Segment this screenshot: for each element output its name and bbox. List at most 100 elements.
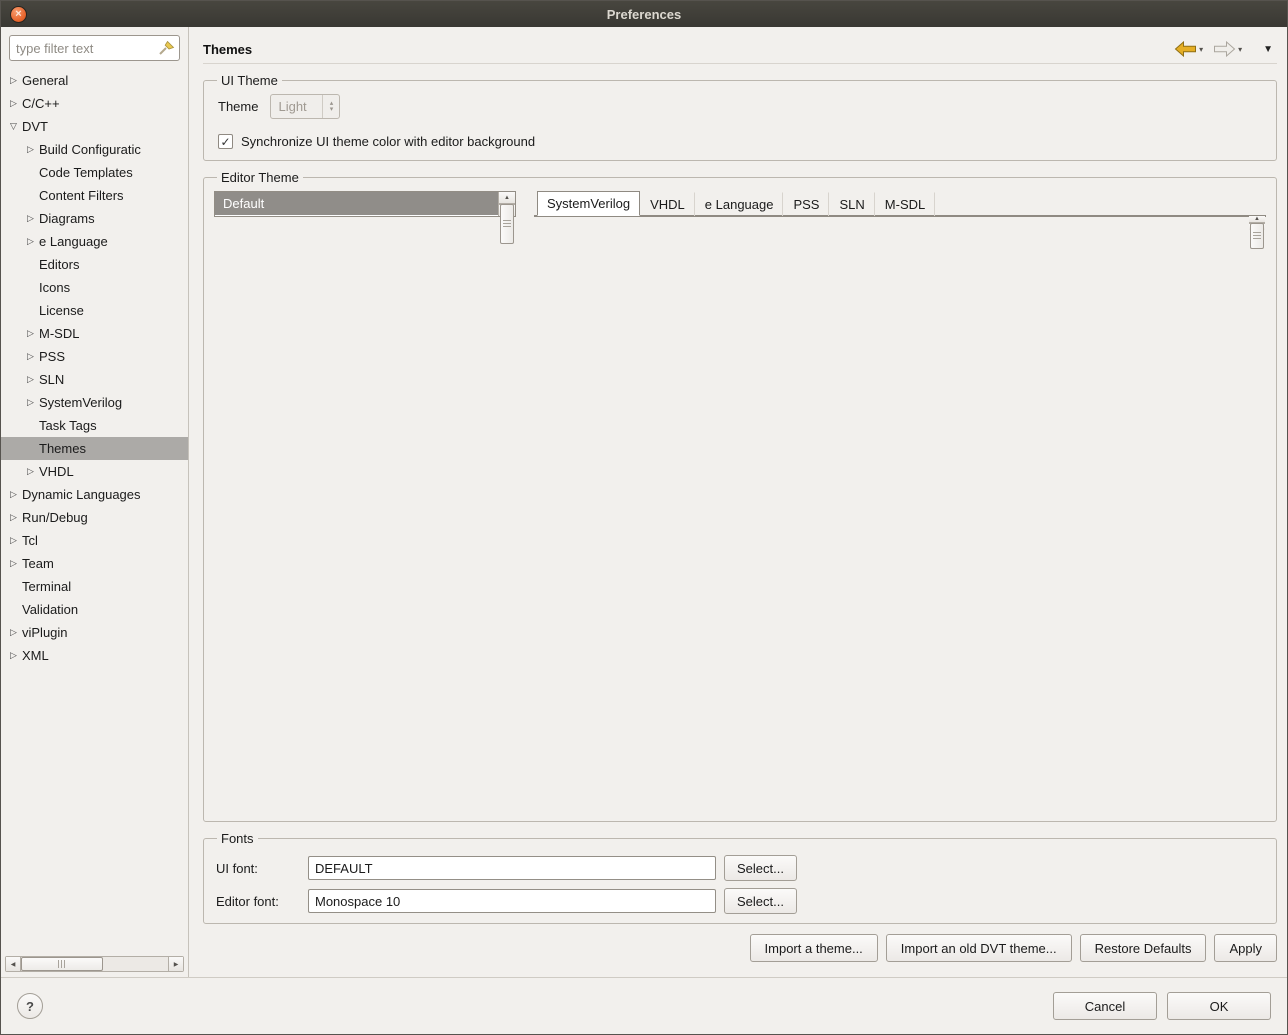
scroll-right-button[interactable]: ▶ xyxy=(168,957,183,971)
tab-e-language[interactable]: e Language xyxy=(695,192,784,216)
tree-item-c-c[interactable]: ▷C/C++ xyxy=(1,92,188,115)
ui-font-row: UI font: Select... xyxy=(216,855,1266,881)
tree-item-m-sdl[interactable]: ▷M-SDL xyxy=(1,322,188,345)
tree-item-terminal[interactable]: Terminal xyxy=(1,575,188,598)
tree-item-label: License xyxy=(39,303,84,318)
apply-button[interactable]: Apply xyxy=(1214,934,1277,962)
tree-collapsed-arrow-icon[interactable]: ▷ xyxy=(22,236,39,247)
theme-label: Theme xyxy=(218,99,258,114)
tree-item-vhdl[interactable]: ▷VHDL xyxy=(1,460,188,483)
tree-item-run-debug[interactable]: ▷Run/Debug xyxy=(1,506,188,529)
tree-collapsed-arrow-icon[interactable]: ▷ xyxy=(5,98,22,109)
scroll-up-button[interactable]: ▲ xyxy=(499,192,515,204)
tree-item-validation[interactable]: Validation xyxy=(1,598,188,621)
back-dropdown-icon[interactable]: ▾ xyxy=(1199,45,1203,54)
tree-item-systemverilog[interactable]: ▷SystemVerilog xyxy=(1,391,188,414)
forward-dropdown-icon[interactable]: ▾ xyxy=(1238,45,1242,54)
tab-systemverilog[interactable]: SystemVerilog xyxy=(537,191,640,216)
fonts-group: Fonts UI font: Select... Editor font: Se… xyxy=(203,831,1277,924)
tab-pss[interactable]: PSS xyxy=(783,192,829,216)
tree-collapsed-arrow-icon[interactable]: ▷ xyxy=(5,627,22,638)
tree-expanded-arrow-icon[interactable]: ▽ xyxy=(5,121,22,132)
tree-collapsed-arrow-icon[interactable]: ▷ xyxy=(5,489,22,500)
language-tabs: SystemVerilogVHDLe LanguagePSSSLNM-SDL xyxy=(534,191,1266,216)
theme-list-scrollbar[interactable]: ▲ ▼ xyxy=(498,192,515,216)
tree-item-icons[interactable]: Icons xyxy=(1,276,188,299)
ui-font-label: UI font: xyxy=(216,861,300,876)
filter-field-wrap xyxy=(9,35,180,61)
tree-item-dynamic-languages[interactable]: ▷Dynamic Languages xyxy=(1,483,188,506)
theme-list-item-black-pastel[interactable]: Black Pastel xyxy=(215,215,498,216)
tree-collapsed-arrow-icon[interactable]: ▷ xyxy=(5,535,22,546)
import-theme-button[interactable]: Import a theme... xyxy=(750,934,878,962)
scroll-left-button[interactable]: ◀ xyxy=(6,957,21,971)
tree-collapsed-arrow-icon[interactable]: ▷ xyxy=(22,374,39,385)
tree-item-xml[interactable]: ▷XML xyxy=(1,644,188,667)
filter-input[interactable] xyxy=(9,35,180,61)
editor-font-input[interactable] xyxy=(308,889,716,913)
tree-item-e-language[interactable]: ▷e Language xyxy=(1,230,188,253)
theme-list-item-default[interactable]: Default xyxy=(215,192,498,215)
tree-item-license[interactable]: License xyxy=(1,299,188,322)
tree-item-pss[interactable]: ▷PSS xyxy=(1,345,188,368)
tree-item-label: C/C++ xyxy=(22,96,60,111)
theme-combo[interactable]: Light ▴▾ xyxy=(270,94,340,119)
tree-item-team[interactable]: ▷Team xyxy=(1,552,188,575)
tree-collapsed-arrow-icon[interactable]: ▷ xyxy=(5,75,22,86)
theme-list-scrollbar-thumb[interactable] xyxy=(500,204,514,244)
back-arrow-icon xyxy=(1174,41,1197,57)
sync-theme-checkbox[interactable]: ✓ xyxy=(218,134,233,149)
tree-collapsed-arrow-icon[interactable]: ▷ xyxy=(22,213,39,224)
tree-collapsed-arrow-icon[interactable]: ▷ xyxy=(5,558,22,569)
tree-collapsed-arrow-icon[interactable]: ▷ xyxy=(22,144,39,155)
window-close-button[interactable]: × xyxy=(10,6,27,23)
ok-button[interactable]: OK xyxy=(1167,992,1271,1020)
tree-item-content-filters[interactable]: Content Filters xyxy=(1,184,188,207)
tree-item-task-tags[interactable]: Task Tags xyxy=(1,414,188,437)
view-menu-button[interactable]: ▼ xyxy=(1263,44,1273,55)
tree-collapsed-arrow-icon[interactable]: ▷ xyxy=(22,328,39,339)
tree-item-build-configuratic[interactable]: ▷Build Configuratic xyxy=(1,138,188,161)
ui-font-select-button[interactable]: Select... xyxy=(724,855,797,881)
tree-item-editors[interactable]: Editors xyxy=(1,253,188,276)
code-scrollbar-thumb[interactable] xyxy=(1250,223,1264,249)
tab-m-sdl[interactable]: M-SDL xyxy=(875,192,935,216)
tree-item-sln[interactable]: ▷SLN xyxy=(1,368,188,391)
tree-collapsed-arrow-icon[interactable]: ▷ xyxy=(22,397,39,408)
tree-item-tcl[interactable]: ▷Tcl xyxy=(1,529,188,552)
tree-item-dvt[interactable]: ▽DVT xyxy=(1,115,188,138)
tree-item-label: Tcl xyxy=(22,533,38,548)
tree-collapsed-arrow-icon[interactable]: ▷ xyxy=(22,351,39,362)
tree-collapsed-arrow-icon[interactable]: ▷ xyxy=(5,512,22,523)
help-button[interactable]: ? xyxy=(17,993,43,1019)
tab-sln[interactable]: SLN xyxy=(829,192,874,216)
scroll-up-button[interactable]: ▲ xyxy=(1249,216,1265,223)
tree-item-code-templates[interactable]: Code Templates xyxy=(1,161,188,184)
tree-item-viplugin[interactable]: ▷viPlugin xyxy=(1,621,188,644)
editor-font-select-button[interactable]: Select... xyxy=(724,888,797,914)
tree-item-label: Validation xyxy=(22,602,78,617)
ui-font-input[interactable] xyxy=(308,856,716,880)
tree-item-general[interactable]: ▷General xyxy=(1,69,188,92)
import-old-theme-button[interactable]: Import an old DVT theme... xyxy=(886,934,1072,962)
main-area: ▷General▷C/C++▽DVT▷Build ConfiguraticCod… xyxy=(1,27,1287,977)
forward-button[interactable]: ▾ xyxy=(1208,39,1247,59)
editor-font-label: Editor font: xyxy=(216,894,300,909)
sidebar-scrollbar-track[interactable] xyxy=(21,957,168,971)
cancel-button[interactable]: Cancel xyxy=(1053,992,1157,1020)
tree-item-label: SystemVerilog xyxy=(39,395,122,410)
restore-defaults-button[interactable]: Restore Defaults xyxy=(1080,934,1207,962)
back-button[interactable]: ▾ xyxy=(1169,39,1208,59)
sidebar-scrollbar-thumb[interactable] xyxy=(21,957,103,971)
tree-item-themes[interactable]: Themes xyxy=(1,437,188,460)
tree-item-diagrams[interactable]: ▷Diagrams xyxy=(1,207,188,230)
forward-arrow-icon xyxy=(1213,41,1236,57)
tree-collapsed-arrow-icon[interactable]: ▷ xyxy=(5,650,22,661)
clear-filter-icon[interactable] xyxy=(159,41,175,55)
scroll-up-icon: ▲ xyxy=(504,195,510,201)
tab-vhdl[interactable]: VHDL xyxy=(640,192,695,216)
scroll-left-icon: ◀ xyxy=(11,961,16,968)
titlebar[interactable]: × Preferences xyxy=(1,1,1287,27)
sidebar-horizontal-scrollbar[interactable]: ◀ ▶ xyxy=(5,956,184,972)
tree-collapsed-arrow-icon[interactable]: ▷ xyxy=(22,466,39,477)
